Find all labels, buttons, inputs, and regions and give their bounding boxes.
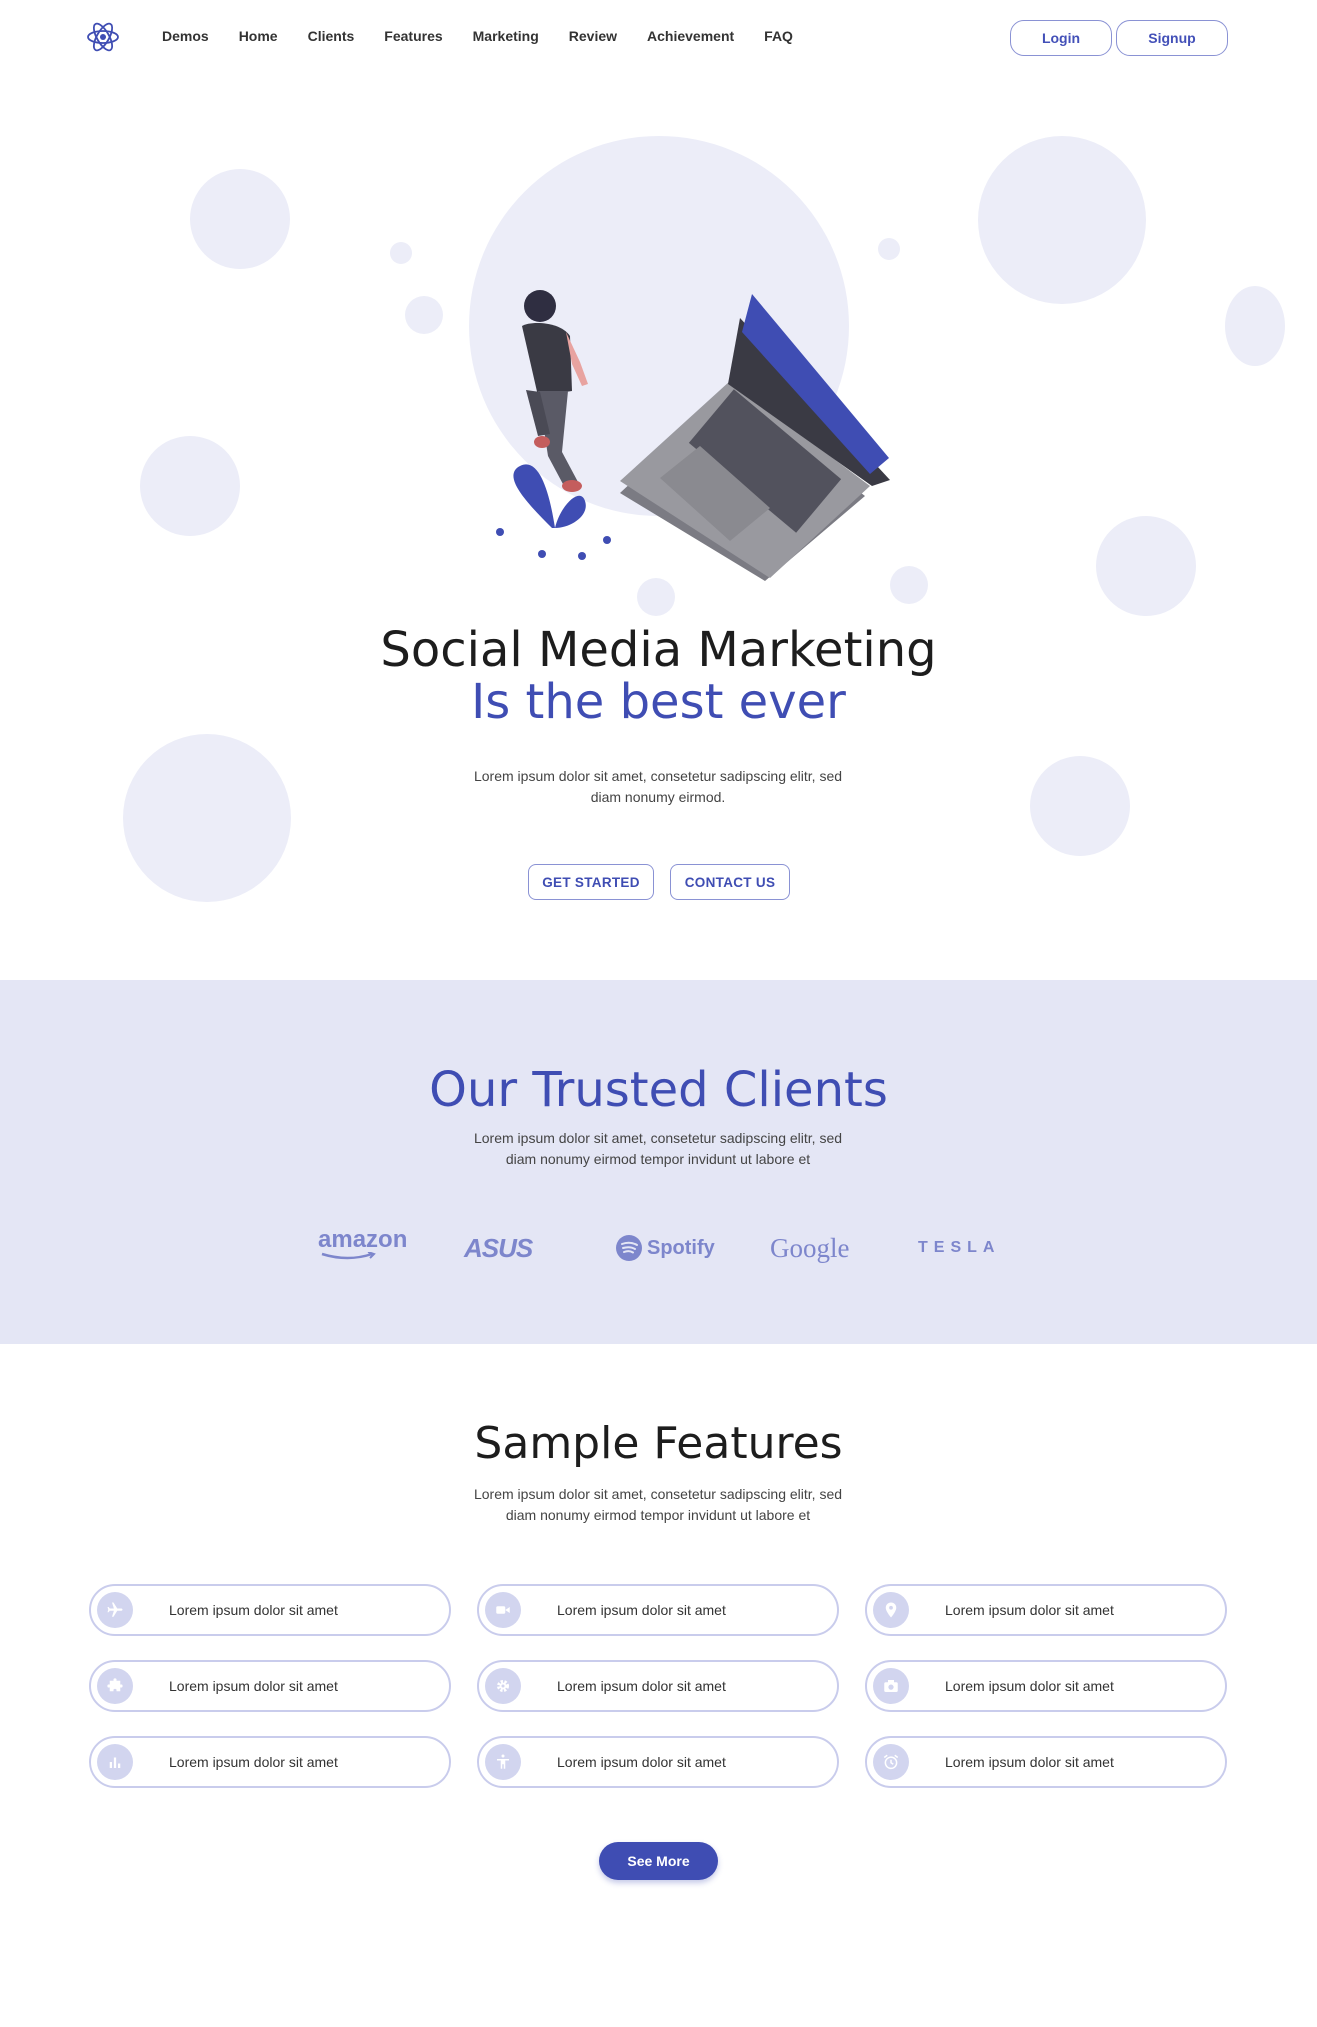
amazon-smile-icon (321, 1252, 376, 1260)
spotify-icon (616, 1235, 642, 1261)
feature-label: Lorem ipsum dolor sit amet (169, 1754, 338, 1770)
spotify-logo-text: Spotify (647, 1236, 715, 1259)
features-description: Lorem ipsum dolor sit amet, consetetur s… (473, 1486, 843, 1523)
clients-description: Lorem ipsum dolor sit amet, consetetur s… (473, 1130, 843, 1167)
camera-icon (873, 1668, 909, 1704)
hero-section: Social Media Marketing Is the best ever (0, 76, 1317, 980)
clients-title: Our Trusted Clients (429, 1062, 888, 1118)
feature-item[interactable]: Lorem ipsum dolor sit amet (865, 1584, 1227, 1636)
alarm-clock-icon (873, 1744, 909, 1780)
main-menu: Demos Home Clients Features Marketing Re… (162, 28, 823, 44)
decor-bubble (390, 242, 412, 264)
google-logo: Google (770, 1232, 850, 1263)
hero-illustration (469, 136, 890, 581)
feature-label: Lorem ipsum dolor sit amet (557, 1754, 726, 1770)
features-title: Sample Features (474, 1418, 843, 1469)
decor-bubble (190, 169, 290, 269)
see-more-button[interactable]: See More (599, 1842, 718, 1880)
login-button[interactable]: Login (1010, 20, 1112, 56)
menu-features[interactable]: Features (384, 28, 442, 44)
clients-section: Our Trusted Clients Lorem ipsum dolor si… (0, 980, 1317, 1344)
menu-home[interactable]: Home (239, 28, 278, 44)
puzzle-icon (97, 1668, 133, 1704)
feature-item[interactable]: Lorem ipsum dolor sit amet (477, 1736, 839, 1788)
feature-label: Lorem ipsum dolor sit amet (945, 1602, 1114, 1618)
contact-us-button[interactable]: CONTACT US (670, 864, 790, 900)
feature-label: Lorem ipsum dolor sit amet (169, 1602, 338, 1618)
feature-label: Lorem ipsum dolor sit amet (557, 1678, 726, 1694)
gear-icon (485, 1668, 521, 1704)
video-camera-icon (485, 1592, 521, 1628)
decor-bubble (140, 436, 240, 536)
atom-logo-icon[interactable] (86, 18, 120, 56)
decor-bubble (1096, 516, 1196, 616)
spotify-logo: Spotify (615, 1228, 715, 1268)
feature-label: Lorem ipsum dolor sit amet (945, 1678, 1114, 1694)
feature-item[interactable]: Lorem ipsum dolor sit amet (89, 1660, 451, 1712)
amazon-logo: amazon (318, 1228, 407, 1268)
accessibility-icon (485, 1744, 521, 1780)
feature-item[interactable]: Lorem ipsum dolor sit amet (89, 1584, 451, 1636)
signup-button[interactable]: Signup (1116, 20, 1228, 56)
client-logos: amazon ASUS Spotify Google TESLA (0, 1228, 1317, 1268)
feature-label: Lorem ipsum dolor sit amet (557, 1602, 726, 1618)
hero-description: Lorem ipsum dolor sit amet, consetetur s… (473, 768, 843, 805)
menu-achievement[interactable]: Achievement (647, 28, 734, 44)
menu-review[interactable]: Review (569, 28, 617, 44)
decor-bubble (978, 136, 1146, 304)
navbar: Demos Home Clients Features Marketing Re… (0, 0, 1317, 76)
airplane-icon (97, 1592, 133, 1628)
bar-chart-icon (97, 1744, 133, 1780)
decor-bubble (123, 734, 291, 902)
hero-subtitle: Is the best ever (471, 674, 846, 730)
menu-marketing[interactable]: Marketing (473, 28, 539, 44)
menu-faq[interactable]: FAQ (764, 28, 793, 44)
hero-title: Social Media Marketing (380, 622, 937, 678)
decor-bubble (1225, 286, 1285, 366)
feature-label: Lorem ipsum dolor sit amet (169, 1678, 338, 1694)
asus-logo: ASUS (464, 1232, 533, 1263)
tesla-logo: TESLA (918, 1239, 1001, 1256)
feature-item[interactable]: Lorem ipsum dolor sit amet (865, 1736, 1227, 1788)
get-started-button[interactable]: GET STARTED (528, 864, 654, 900)
feature-item[interactable]: Lorem ipsum dolor sit amet (89, 1736, 451, 1788)
location-pin-icon (873, 1592, 909, 1628)
feature-item[interactable]: Lorem ipsum dolor sit amet (865, 1660, 1227, 1712)
decor-bubble (1030, 756, 1130, 856)
feature-item[interactable]: Lorem ipsum dolor sit amet (477, 1660, 839, 1712)
amazon-logo-text: amazon (318, 1226, 408, 1253)
feature-item[interactable]: Lorem ipsum dolor sit amet (477, 1584, 839, 1636)
feature-label: Lorem ipsum dolor sit amet (945, 1754, 1114, 1770)
menu-clients[interactable]: Clients (308, 28, 355, 44)
menu-demos[interactable]: Demos (162, 28, 209, 44)
